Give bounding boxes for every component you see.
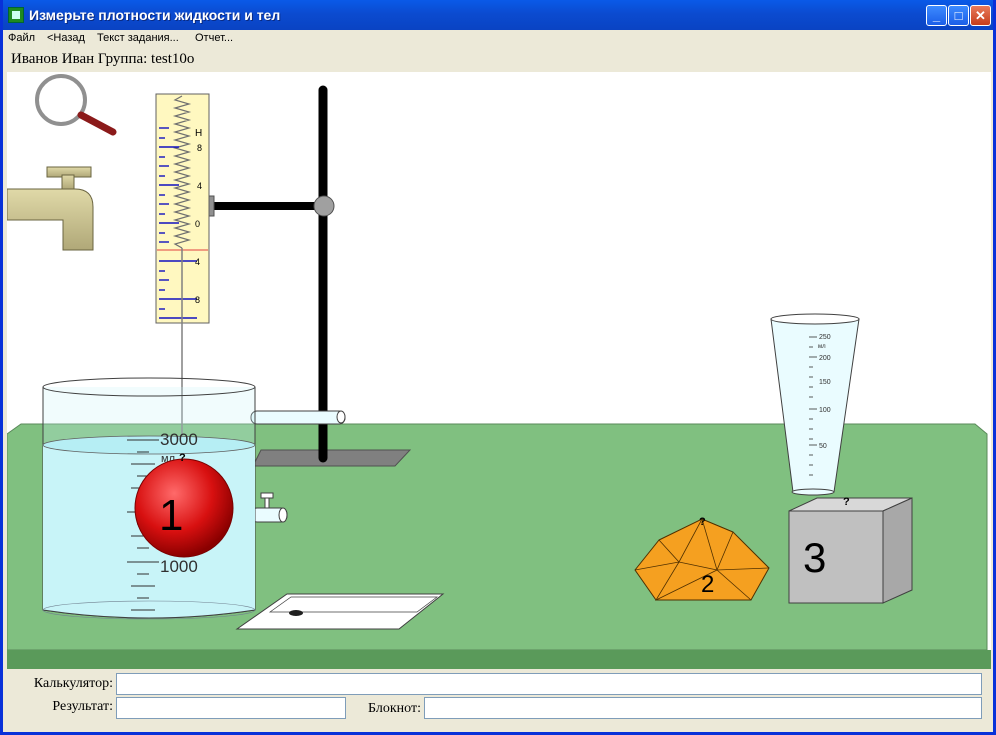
notebook-label: Блокнот:	[368, 701, 421, 716]
title-bar[interactable]: Измерьте плотности жидкости и тел _ □ ✕	[3, 0, 993, 30]
result-label: Результат:	[52, 699, 113, 714]
beaker-upper-spout	[250, 410, 346, 425]
magnifier-icon[interactable]	[35, 74, 117, 136]
cylinder-label-250: 250	[819, 334, 831, 341]
dynamometer-unit: Н	[195, 128, 202, 139]
result-field[interactable]	[116, 697, 346, 719]
table-edge	[7, 650, 991, 669]
dynamometer-label-4: 4	[197, 181, 202, 191]
menu-task-text[interactable]: Текст задания...	[97, 32, 179, 44]
menu-bar: Файл <Назад Текст задания... Отчет...	[3, 30, 993, 48]
calculator-label: Калькулятор:	[33, 676, 113, 691]
window-title: Измерьте плотности жидкости и тел	[29, 7, 281, 23]
menu-back[interactable]: <Назад	[47, 32, 85, 44]
cylinder-label-200: 200	[819, 355, 831, 362]
cylinder-label-50: 50	[819, 443, 827, 450]
minimize-button[interactable]: _	[926, 5, 947, 26]
stone-number: 2	[701, 571, 714, 598]
beaker-label-1000: 1000	[160, 557, 198, 576]
user-info: Иванов Иван Группа: test10o	[11, 51, 195, 67]
ball-number: 1	[159, 491, 183, 540]
calculator-field[interactable]	[116, 673, 982, 695]
app-icon	[8, 7, 24, 23]
cube-unknown-mark: ?	[843, 496, 850, 508]
lab-scene: Н 8 4 0 4 8 3000 мл 1000 1 ? 250 мл 200 …	[7, 72, 991, 669]
menu-report[interactable]: Отчет...	[195, 32, 233, 44]
close-button[interactable]: ✕	[970, 5, 991, 26]
faucet-icon[interactable]	[7, 166, 94, 251]
cube-body-3[interactable]: 3 ?	[788, 496, 913, 604]
cylinder-unit: мл	[818, 344, 826, 350]
maximize-button[interactable]: □	[948, 5, 969, 26]
dynamometer-label-0: 0	[195, 219, 200, 229]
app-window: Измерьте плотности жидкости и тел _ □ ✕ …	[0, 0, 996, 735]
cylinder-label-150: 150	[819, 379, 831, 386]
menu-file[interactable]: Файл	[8, 32, 35, 44]
dynamometer-label-8: 8	[197, 143, 202, 153]
notebook-field[interactable]	[424, 697, 982, 719]
stone-unknown-mark: ?	[699, 516, 706, 528]
beaker-label-3000: 3000	[160, 430, 198, 449]
cube-number: 3	[803, 534, 826, 581]
cylinder-label-100: 100	[819, 407, 831, 414]
dynamometer-label-4-lower: 4	[195, 257, 200, 267]
dynamometer-label-8-lower: 8	[195, 295, 200, 305]
ball-unknown-mark: ?	[179, 452, 186, 464]
